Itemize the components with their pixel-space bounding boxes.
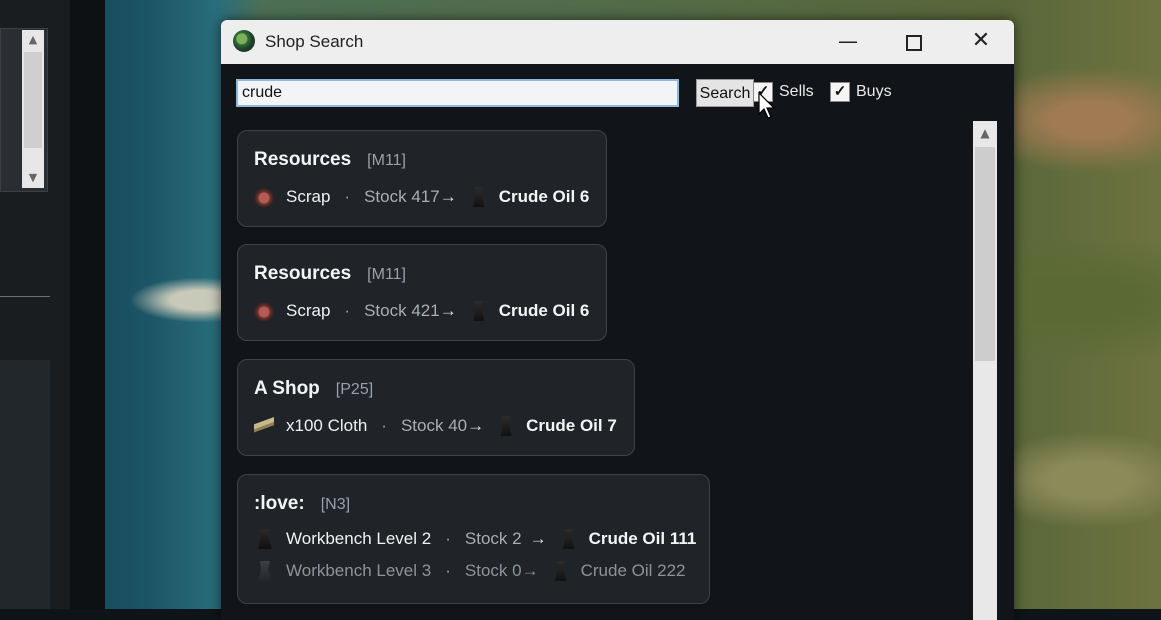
workbench-icon <box>258 561 272 581</box>
arrow-icon: → <box>439 187 457 206</box>
background-scrollbar-thumb <box>24 52 42 148</box>
close-button[interactable]: ✕ <box>948 20 1014 64</box>
shop-grid-location: [M11] <box>367 152 406 169</box>
results-list[interactable]: ▲ Resources [M11] Scrap · Stock 417 → Cr… <box>221 116 1014 620</box>
minimize-button[interactable]: — <box>815 20 881 64</box>
background-panel-box <box>0 360 50 609</box>
shop-grid-location: [M11] <box>367 266 406 283</box>
workbench-icon <box>258 529 272 549</box>
cost-value: Crude Oil 6 <box>498 187 590 206</box>
arrow-icon: → <box>467 416 485 435</box>
search-button[interactable]: Search <box>696 79 754 107</box>
shop-name: Resources <box>254 263 352 284</box>
shop-name: Resources <box>254 149 352 170</box>
item-name: Scrap <box>286 187 331 206</box>
shop-result-card[interactable]: :love: [N3] Workbench Level 2 · Stock 2 … <box>237 474 710 604</box>
arrow-icon: → <box>529 529 547 548</box>
separator: · <box>445 529 451 548</box>
listing-row: Workbench Level 2 · Stock 2 → Crude Oil … <box>254 529 696 549</box>
shop-header: :love: [N3] <box>254 493 350 515</box>
shop-name: :love: <box>254 493 305 514</box>
window-title: Shop Search <box>265 32 364 51</box>
sells-label: Sells <box>779 83 814 100</box>
shop-result-card[interactable]: Resources [M11] Scrap · Stock 417 → Crud… <box>237 130 607 227</box>
stock-count: Stock 2 <box>464 529 522 548</box>
cost-value: Crude Oil 6 <box>498 301 590 320</box>
separator: · <box>445 561 451 580</box>
stock-count: Stock 417 <box>364 187 440 206</box>
item-name: Scrap <box>286 301 331 320</box>
crude-oil-icon <box>500 416 512 436</box>
shop-header: Resources [M11] <box>254 263 406 285</box>
separator: · <box>344 187 351 206</box>
listing-row: Workbench Level 3 · Stock 0 → Crude Oil … <box>254 561 685 581</box>
shop-header: A Shop [P25] <box>254 378 373 400</box>
results-scrollbar[interactable]: ▲ <box>973 121 997 620</box>
crude-oil-icon <box>554 561 567 581</box>
shop-grid-location: [N3] <box>320 496 351 513</box>
cost-value: Crude Oil 7 <box>526 416 617 435</box>
scrollbar-thumb[interactable] <box>975 147 995 361</box>
listing-row: Scrap · Stock 417 → Crude Oil 6 <box>254 187 589 207</box>
separator: · <box>344 301 351 320</box>
buys-checkbox-box[interactable]: ✓ <box>830 82 850 102</box>
shop-header: Resources [M11] <box>254 149 406 171</box>
item-name: Workbench Level 3 <box>286 561 432 580</box>
arrow-icon: → <box>521 561 539 580</box>
background-scroll-up-icon: ▲ <box>28 33 38 46</box>
item-name: x100 Cloth <box>286 416 368 435</box>
stock-count: Stock 40 <box>400 416 468 435</box>
divider <box>0 296 50 297</box>
shop-grid-location: [P25] <box>335 381 374 398</box>
arrow-icon: → <box>439 301 457 320</box>
cost-value: Crude Oil 222 <box>580 561 686 580</box>
cost-value: Crude Oil 111 <box>588 529 697 548</box>
stock-count: Stock 421 <box>364 301 440 320</box>
background-side-panel: ▲ ▼ <box>0 0 70 609</box>
maximize-button[interactable] <box>881 20 947 64</box>
maximize-icon <box>906 34 922 51</box>
shop-name: A Shop <box>254 378 320 399</box>
scrap-icon <box>254 187 274 207</box>
crude-oil-icon <box>473 187 485 207</box>
cloth-icon <box>254 416 274 436</box>
item-name: Workbench Level 2 <box>286 529 432 548</box>
search-input[interactable] <box>236 79 679 107</box>
shop-search-window: Shop Search — ✕ Search ✓ Sells ✓ Buys ▲ … <box>221 20 1014 620</box>
background-scroll-down-icon: ▼ <box>28 171 38 184</box>
app-globe-icon <box>233 30 255 52</box>
shop-result-card[interactable]: Resources [M11] Scrap · Stock 421 → Crud… <box>237 244 607 341</box>
listing-row: x100 Cloth · Stock 40 → Crude Oil 7 <box>254 416 617 436</box>
scrap-icon <box>254 301 274 321</box>
title-bar[interactable]: Shop Search — ✕ <box>221 20 1014 64</box>
stock-count: Stock 0 <box>464 561 522 580</box>
separator: · <box>381 416 387 435</box>
background-dark-strip <box>70 0 105 609</box>
crude-oil-icon <box>473 301 485 321</box>
scroll-up-icon[interactable]: ▲ <box>973 121 997 145</box>
crude-oil-icon <box>562 529 575 549</box>
shop-result-card[interactable]: A Shop [P25] x100 Cloth · Stock 40 → Cru… <box>237 359 635 456</box>
listing-row: Scrap · Stock 421 → Crude Oil 6 <box>254 301 589 321</box>
buys-checkbox[interactable]: ✓ Buys <box>830 81 892 103</box>
buys-label: Buys <box>856 83 892 100</box>
